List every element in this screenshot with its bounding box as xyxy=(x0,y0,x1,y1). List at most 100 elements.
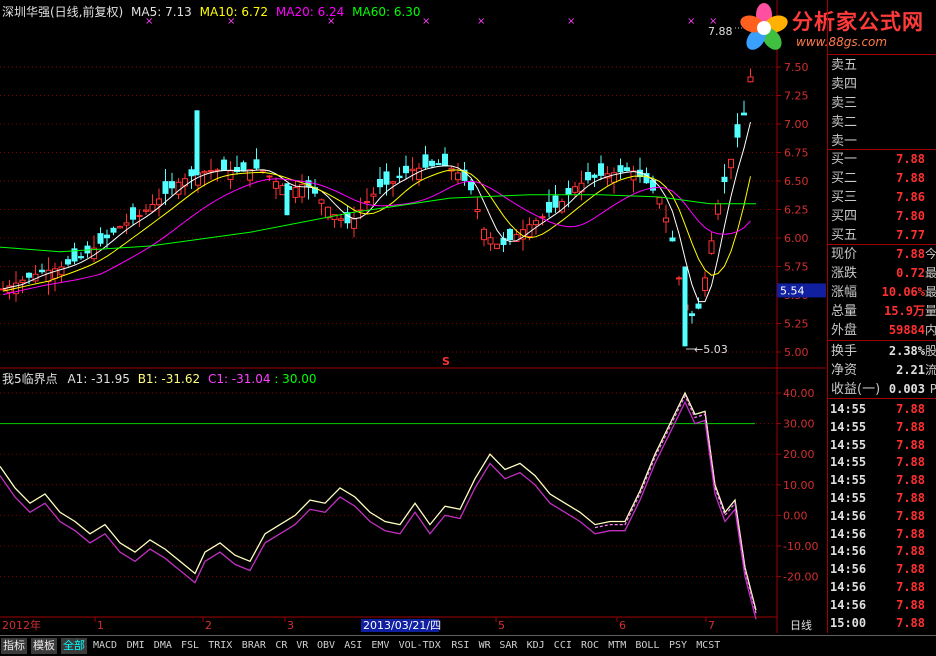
indicator-a1: A1: -31.95 xyxy=(67,372,130,386)
quote-panel: 卖五 卖四 卖三 卖二 卖一 买一 7.88 买二 7.88 买三 7.86 买四 7.80 买五 7.77… xyxy=(827,0,936,633)
indicator-axis-label: -10.00 xyxy=(783,540,818,553)
date-axis-label: 3 xyxy=(287,619,294,632)
bid-price: 7.77 xyxy=(896,228,925,242)
bid-row: 买三 7.86 xyxy=(828,188,936,207)
indicator-tab-dma[interactable]: DMA xyxy=(154,638,172,654)
bid-label: 买三 xyxy=(831,190,858,205)
price-axis-label: 6.75 xyxy=(784,147,809,160)
indicator-tab-roc[interactable]: ROC xyxy=(581,638,599,654)
tick-row: 15:00 7.88 xyxy=(828,614,936,633)
stat-row: 涨幅 10.06% 最 xyxy=(828,283,936,302)
price-axis-label: 5.75 xyxy=(784,261,809,274)
chart-area[interactable]: 7.507.257.006.756.506.256.005.755.505.25… xyxy=(0,0,826,633)
signal-marker-icon: × xyxy=(687,16,695,27)
candle-body xyxy=(409,168,416,172)
candle-body xyxy=(734,124,741,138)
candle-body xyxy=(351,218,357,229)
ma60-line xyxy=(0,194,756,253)
ask-row: 卖五 xyxy=(828,56,936,75)
stat-value: 0.003 xyxy=(888,382,925,396)
tick-price: 7.88 xyxy=(896,615,925,630)
indicator-tab-cr[interactable]: CR xyxy=(275,638,287,654)
indicator-tab-rsi[interactable]: RSI xyxy=(451,638,469,654)
indicator-tab-macd[interactable]: MACD xyxy=(93,638,117,654)
indicator-tab-cci[interactable]: CCI xyxy=(554,638,572,654)
indicator-tab-boll[interactable]: BOLL xyxy=(635,638,659,654)
candle-body xyxy=(97,233,104,244)
candle-body xyxy=(221,159,227,171)
stat-row: 涨跌 0.72 最 xyxy=(828,264,936,283)
signal-marker-icon: × xyxy=(422,16,430,27)
indicator-tab-kdj[interactable]: KDJ xyxy=(527,638,545,654)
stat-label: 涨幅 xyxy=(831,285,858,300)
indicator-tab-emv[interactable]: EMV xyxy=(371,638,389,654)
candle-body xyxy=(507,228,513,241)
tab-button-1[interactable]: 模板 xyxy=(31,638,57,654)
tick-price: 7.88 xyxy=(896,455,925,470)
tick-row: 14:56 7.88 xyxy=(828,507,936,526)
tick-row: 14:55 7.88 xyxy=(828,418,936,437)
stat-ext: 最 xyxy=(924,266,936,280)
indicator-tab-fsl[interactable]: FSL xyxy=(181,638,199,654)
bid-price: 7.86 xyxy=(896,190,925,204)
tick-price: 7.88 xyxy=(896,544,925,559)
price-cursor-label: 5.54 xyxy=(780,284,805,297)
indicator-axis-label: 20.00 xyxy=(783,448,815,461)
stat-ext: 流 xyxy=(924,363,936,377)
kline-chart[interactable]: 7.507.257.006.756.506.256.005.755.505.25… xyxy=(0,0,826,633)
tick-time: 14:55 xyxy=(830,455,867,470)
ask-label: 卖四 xyxy=(831,77,858,92)
candle-body xyxy=(689,313,695,317)
candle-body xyxy=(617,165,624,173)
candle-body xyxy=(110,227,117,233)
candle-body xyxy=(682,266,688,347)
candle-body xyxy=(598,163,604,176)
tab-button-0[interactable]: 指标 xyxy=(1,638,27,654)
candle-body xyxy=(422,154,429,168)
flower-logo-icon xyxy=(740,3,788,50)
candle-body xyxy=(383,171,390,185)
stat-label: 现价 xyxy=(831,247,858,262)
date-axis-label: 5 xyxy=(498,619,505,632)
indicator-tab-psy[interactable]: PSY xyxy=(669,638,687,654)
indicator-tab-mcst[interactable]: MCST xyxy=(696,638,720,654)
indicator-level: : 30.00 xyxy=(274,372,317,386)
stat-row: 现价 7.88 今 xyxy=(828,245,936,264)
candle-body xyxy=(468,180,474,191)
bid-price: 7.88 xyxy=(896,171,925,185)
candle-body xyxy=(396,175,403,179)
candle-body xyxy=(721,176,728,183)
candle-body xyxy=(45,269,52,283)
panel-separator xyxy=(828,398,936,399)
candle-body xyxy=(188,169,195,177)
indicator-tab-vr[interactable]: VR xyxy=(296,638,308,654)
ma20-label: MA20: 6.24 xyxy=(275,5,345,19)
indicator-tab-wr[interactable]: WR xyxy=(479,638,491,654)
bid-row: 买五 7.77 xyxy=(828,226,936,245)
candle-body xyxy=(487,237,494,245)
indicator-axis-label: 10.00 xyxy=(783,479,815,492)
tick-row: 14:56 7.88 xyxy=(828,525,936,544)
candle-body xyxy=(253,159,260,169)
indicator-c1-line xyxy=(0,400,757,620)
indicator-tab-mtm[interactable]: MTM xyxy=(608,638,626,654)
indicator-axis-label: -20.00 xyxy=(783,571,818,584)
tab-button-2[interactable]: 全部 xyxy=(61,638,87,654)
price-axis-label: 7.25 xyxy=(784,90,809,103)
tick-time: 14:56 xyxy=(830,526,867,541)
candle-body xyxy=(370,193,377,197)
indicator-tab-trix[interactable]: TRIX xyxy=(208,638,232,654)
indicator-c1: C1: -31.04 xyxy=(207,372,271,386)
indicator-tab-sar[interactable]: SAR xyxy=(499,638,517,654)
stat-value: 7.88 xyxy=(896,247,925,261)
candle-body xyxy=(708,240,715,254)
indicator-tab-dmi[interactable]: DMI xyxy=(127,638,145,654)
stock-title: 深圳华强(日线,前复权) xyxy=(2,5,124,19)
candles xyxy=(0,68,754,347)
indicator-tab-asi[interactable]: ASI xyxy=(344,638,362,654)
indicator-tab-vol-tdx[interactable]: VOL-TDX xyxy=(399,638,441,654)
indicator-tab-brar[interactable]: BRAR xyxy=(242,638,266,654)
indicator-axis-label: 30.00 xyxy=(783,418,815,431)
indicator-tab-obv[interactable]: OBV xyxy=(317,638,335,654)
candle-body xyxy=(695,303,702,309)
